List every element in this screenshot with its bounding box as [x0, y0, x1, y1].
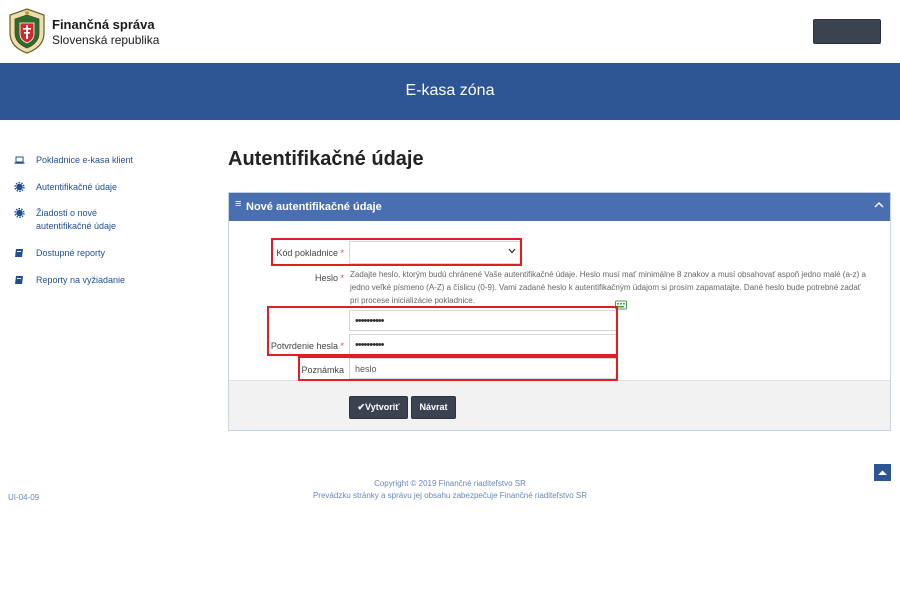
zone-banner: E-kasa zóna	[0, 63, 900, 120]
menu-icon: ≡	[235, 198, 242, 210]
book-icon	[15, 249, 23, 257]
gear-icon	[14, 208, 25, 218]
password-label: Heslo *	[314, 273, 344, 283]
operator-text: Prevádzku stránky a správu jej obsahu za…	[312, 491, 588, 500]
book-icon	[15, 276, 23, 284]
chevron-up-icon[interactable]	[872, 198, 886, 212]
create-button[interactable]: ✔Vytvoriť	[349, 396, 408, 419]
highlight-note	[298, 356, 618, 381]
password-help-text: Zadajte heslo, ktorým budú chránené Vaše…	[350, 270, 866, 305]
scroll-to-top-button[interactable]	[874, 464, 891, 481]
sidebar-item-label: Autentifikačné údaje	[36, 182, 118, 192]
chevron-up-icon	[878, 470, 887, 475]
version-label: UI-04-09	[8, 493, 40, 502]
panel-title: Nové autentifikačné údaje	[246, 201, 382, 213]
org-country: Slovenská republika	[52, 33, 160, 47]
sidebar-item-label: Reporty na vyžiadanie	[36, 275, 126, 285]
coat-of-arms-logo	[9, 8, 45, 54]
sidebar-item-label: Žiadosti o nové autentifikačné údaje	[36, 208, 117, 231]
user-menu-button[interactable]	[813, 19, 881, 44]
sidebar-item-label: Pokladnice e-kasa klient	[36, 155, 134, 165]
gear-icon	[14, 182, 25, 192]
highlight-passwords	[267, 306, 618, 356]
top-header: Finančná správa Slovenská republika	[0, 0, 900, 63]
form-actions: ✔Vytvoriť Návrat	[229, 380, 890, 430]
copyright-text: Copyright © 2019 Finančné riaditeľstvo S…	[374, 479, 526, 488]
back-button[interactable]: Návrat	[411, 396, 456, 419]
sidebar-item-label: Dostupné reporty	[36, 248, 106, 258]
highlight-cash-register	[271, 238, 522, 266]
laptop-icon	[14, 156, 25, 164]
org-name: Finančná správa	[52, 17, 155, 32]
panel-header[interactable]: ≡ Nové autentifikačné údaje	[229, 193, 890, 221]
banner-title: E-kasa zóna	[405, 82, 495, 99]
page-title: Autentifikačné údaje	[228, 148, 424, 170]
